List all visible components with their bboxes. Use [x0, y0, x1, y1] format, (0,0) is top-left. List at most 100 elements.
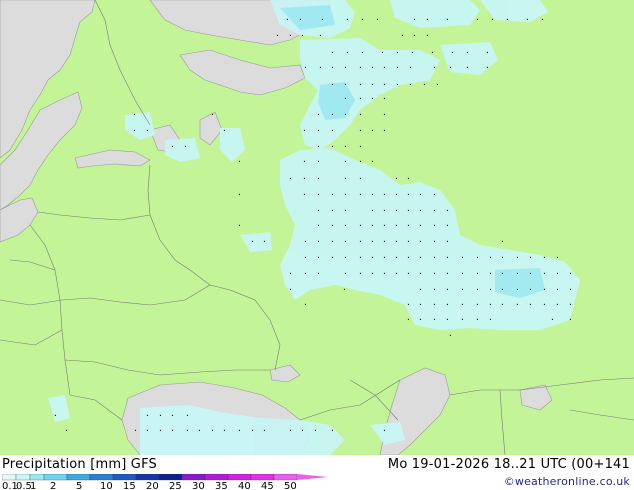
scale-swatch: [204, 474, 229, 481]
grid-marker: ·: [418, 253, 423, 262]
grid-marker: ·: [302, 126, 307, 135]
grid-marker: ·: [515, 253, 520, 262]
grid-marker: ·: [343, 157, 348, 166]
credit-link[interactable]: ©weatheronline.co.uk: [504, 475, 630, 488]
grid-marker: ·: [132, 110, 137, 119]
grid-marker: ·: [330, 48, 335, 57]
grid-marker: ·: [170, 411, 175, 420]
grid-marker: ·: [343, 94, 348, 103]
legend-footer: Precipitation [mm] GFS Mo 19-01-2026 18.…: [0, 455, 634, 490]
grid-marker: ·: [418, 269, 423, 278]
grid-marker: ·: [345, 15, 350, 24]
grid-marker: ·: [342, 285, 347, 294]
grid-marker: ·: [465, 63, 470, 72]
grid-marker: ·: [432, 315, 437, 324]
grid-marker: ·: [343, 237, 348, 246]
grid-marker: ·: [425, 15, 430, 24]
grid-marker: ·: [382, 110, 387, 119]
scale-label: 25: [169, 481, 182, 490]
grid-marker: ·: [555, 253, 560, 262]
scale-arrow: [297, 474, 328, 480]
grid-marker: ·: [568, 285, 573, 294]
grid-marker: ·: [505, 15, 510, 24]
grid-marker: ·: [330, 237, 335, 246]
grid-marker: ·: [330, 110, 335, 119]
grid-marker: ·: [330, 206, 335, 215]
grid-marker: ·: [394, 237, 399, 246]
grid-marker: ·: [542, 269, 547, 278]
grid-marker: ·: [445, 285, 450, 294]
grid-marker: ·: [485, 48, 490, 57]
grid-marker: ·: [185, 426, 190, 435]
grid-marker: ·: [555, 269, 560, 278]
grid-marker: ·: [418, 206, 423, 215]
grid-marker: ·: [394, 253, 399, 262]
grid-marker: ·: [358, 142, 363, 151]
grid-marker: ·: [360, 15, 365, 24]
grid-marker: ·: [432, 63, 437, 72]
grid-marker: ·: [394, 190, 399, 199]
grid-marker: ·: [445, 15, 450, 24]
grid-marker: ·: [394, 269, 399, 278]
grid-marker: ·: [370, 94, 375, 103]
grid-marker: ·: [302, 174, 307, 183]
grid-marker: ·: [237, 426, 242, 435]
scale-swatch: [273, 474, 298, 481]
grid-marker: ·: [515, 269, 520, 278]
grid-marker: ·: [382, 237, 387, 246]
grid-marker: ·: [197, 426, 202, 435]
grid-marker: ·: [358, 63, 363, 72]
grid-marker: ·: [475, 315, 480, 324]
scale-label: 35: [215, 481, 228, 490]
grid-marker: ·: [303, 269, 308, 278]
grid-marker: ·: [237, 157, 242, 166]
grid-marker: ·: [382, 126, 387, 135]
grid-marker: ·: [370, 206, 375, 215]
map-title: Precipitation [mm] GFS: [2, 457, 157, 472]
grid-marker: ·: [250, 237, 255, 246]
grid-marker: ·: [460, 315, 465, 324]
grid-marker: ·: [394, 174, 399, 183]
grid-marker: ·: [288, 269, 293, 278]
grid-marker: ·: [488, 300, 493, 309]
grid-marker: ·: [370, 190, 375, 199]
grid-marker: ·: [475, 285, 480, 294]
grid-marker: ·: [330, 80, 335, 89]
grid-marker: ·: [540, 15, 545, 24]
grid-marker: ·: [303, 300, 308, 309]
scale-label: 40: [238, 481, 251, 490]
grid-marker: ·: [185, 411, 190, 420]
grid-marker: ·: [145, 411, 150, 420]
grid-marker: ·: [358, 80, 363, 89]
grid-marker: ·: [568, 269, 573, 278]
grid-marker: ·: [343, 142, 348, 151]
grid-marker: ·: [316, 237, 321, 246]
grid-marker: ·: [330, 221, 335, 230]
grid-marker: ·: [568, 300, 573, 309]
grid-marker: ·: [406, 174, 411, 183]
grid-marker: ·: [418, 237, 423, 246]
grid-marker: ·: [406, 269, 411, 278]
grid-marker: ·: [358, 237, 363, 246]
grid-marker: ·: [358, 221, 363, 230]
grid-marker: ·: [555, 285, 560, 294]
grid-marker: ·: [370, 237, 375, 246]
grid-marker: ·: [380, 48, 385, 57]
grid-marker: ·: [432, 237, 437, 246]
grid-marker: ·: [170, 142, 175, 151]
grid-marker: ·: [430, 48, 435, 57]
grid-marker: ·: [358, 174, 363, 183]
grid-marker: ·: [394, 221, 399, 230]
grid-marker: ·: [445, 253, 450, 262]
grid-marker: ·: [237, 221, 242, 230]
grid-marker: ·: [406, 315, 411, 324]
grid-marker: ·: [528, 285, 533, 294]
grid-marker: ·: [382, 190, 387, 199]
grid-marker: ·: [358, 110, 363, 119]
grid-marker: ·: [370, 157, 375, 166]
grid-marker: ·: [485, 63, 490, 72]
grid-marker: ·: [418, 221, 423, 230]
grid-marker: ·: [475, 300, 480, 309]
precipitation-map: · · · · · · · · · · · · · · · · · · · · · · · · · · · · · · · · · · · · · · · ·…: [0, 0, 634, 455]
scale-swatch: [43, 474, 68, 481]
